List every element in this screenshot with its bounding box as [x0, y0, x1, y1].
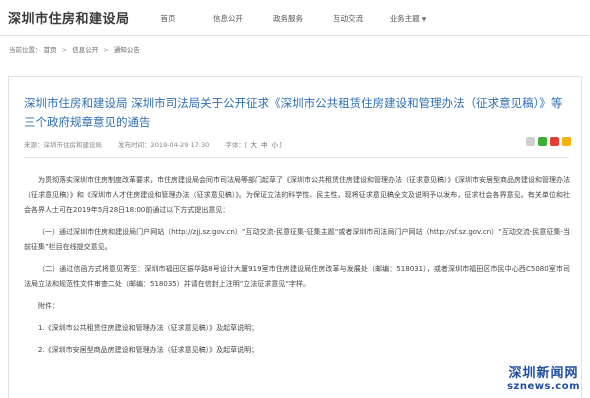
nav-item-home[interactable]: 首页 — [138, 13, 198, 24]
breadcrumb: 当前位置： 首页 > 信息公开 > 通知公告 — [9, 44, 140, 54]
watermark-cn: 深圳新闻网 — [508, 366, 579, 381]
breadcrumb-prefix: 当前位置： — [9, 46, 42, 54]
nav-item-label: 政务服务 — [273, 13, 303, 23]
sznews-watermark: 深圳新闻网 sznews.com — [507, 362, 580, 392]
nav-item-info-disclosure[interactable]: 信息公开 — [198, 13, 258, 24]
font-size-label: 字体： — [225, 141, 245, 149]
meta-divider — [24, 157, 569, 158]
nav-item-label: 业务主题 — [389, 13, 420, 23]
watermark-en: sznews.com — [507, 381, 580, 392]
article-paragraph: （二）通过信函方式将意见寄至：深圳市福田区振华路8号设计大厦919室市住房建设局… — [24, 265, 570, 288]
breadcrumb-separator: > — [103, 46, 109, 54]
article-meta: 来源：深圳市住房和建设局 发布时间：2019-04-29 17:30 字体：[ … — [24, 141, 282, 149]
breadcrumb-info-disclosure[interactable]: 信息公开 — [72, 46, 98, 54]
wechat-share-icon[interactable] — [538, 137, 547, 146]
weibo-share-icon[interactable] — [550, 137, 559, 146]
font-size-medium-button[interactable]: 中 — [261, 141, 268, 149]
article-container: 深圳市住房和建设局 深圳市司法局关于公开征求《深圳市公共租赁住房建设和管理办法（… — [8, 76, 582, 398]
nav-item-business-topics[interactable]: 业务主题 ▼ — [378, 13, 438, 24]
attachments-heading: 附件： — [38, 302, 59, 310]
article-paragraph: （一）通过深圳市住房和建设局门户网站（http://zjj.sz.gov.cn）… — [24, 228, 570, 251]
nav-item-label: 互动交流 — [333, 13, 363, 23]
main-nav: 首页 信息公开 政务服务 互动交流 业务主题 ▼ — [138, 0, 438, 36]
site-logo[interactable]: 深圳市住房和建设局 — [8, 8, 130, 27]
nav-item-label: 首页 — [160, 13, 176, 23]
article-date: 发布时间：2019-04-29 17:30 — [118, 141, 210, 149]
nav-item-label: 信息公开 — [213, 13, 243, 23]
breadcrumb-notices[interactable]: 通知公告 — [114, 46, 140, 54]
attachment-item[interactable]: 1.《深圳市公共租赁住房建设和管理办法（征求意见稿）》及起草说明； — [24, 321, 570, 336]
share-more-icon[interactable] — [526, 137, 535, 146]
site-header: 深圳市住房和建设局 首页 信息公开 政务服务 互动交流 业务主题 ▼ — [0, 0, 590, 36]
chevron-down-icon: ▼ — [421, 15, 427, 23]
breadcrumb-home[interactable]: 首页 — [44, 46, 57, 54]
font-size-small-button[interactable]: 小 — [272, 141, 279, 149]
attachment-item[interactable]: 2.《深圳市安居型商品房建设和管理办法（征求意见稿）》及起草说明； — [24, 343, 570, 358]
nav-item-gov-services[interactable]: 政务服务 — [258, 13, 318, 24]
font-size-large-button[interactable]: 大 — [251, 141, 258, 149]
article-paragraph: 为贯彻落实深圳市住房制度改革要求，市住房建设局会同市司法局等部门起草了《深圳市公… — [24, 176, 570, 214]
qzone-share-icon[interactable] — [562, 137, 571, 146]
article-title: 深圳市住房和建设局 深圳市司法局关于公开征求《深圳市公共租赁住房建设和管理办法（… — [24, 96, 563, 129]
share-bar — [526, 137, 571, 146]
nav-item-interaction[interactable]: 互动交流 — [318, 13, 378, 24]
breadcrumb-separator: > — [61, 46, 68, 54]
article-body: 为贯彻落实深圳市住房制度改革要求，市住房建设局会同市司法局等部门起草了《深圳市公… — [24, 173, 570, 365]
article-source: 来源：深圳市住房和建设局 — [24, 141, 102, 149]
